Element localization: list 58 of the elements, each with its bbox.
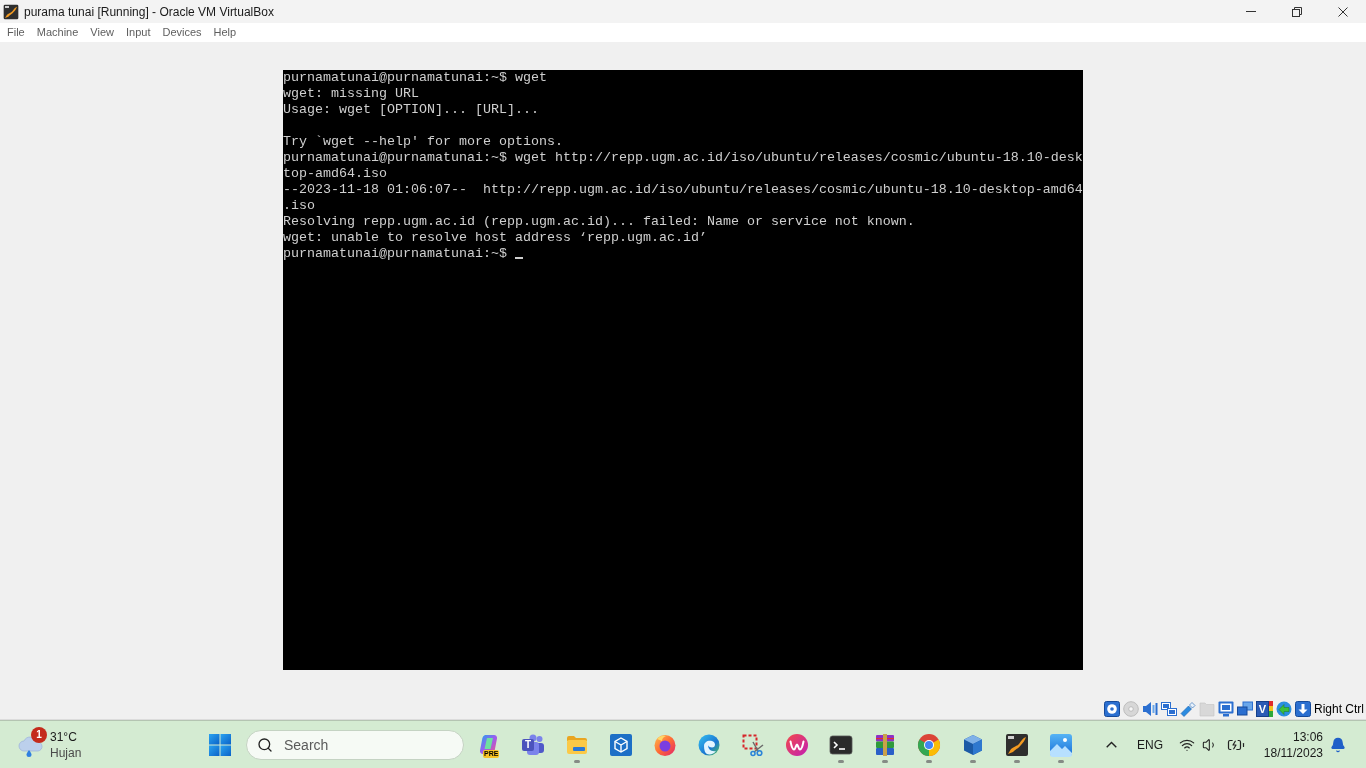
terminal-line: .iso xyxy=(283,198,315,214)
books-stack-icon xyxy=(873,732,897,757)
terminal-line: purnamatunai@purnamatunai:~$ xyxy=(283,246,507,262)
notification-count: 1 xyxy=(31,726,47,743)
terminal-line: top-amd64.iso xyxy=(283,166,387,182)
recording-button[interactable]: V xyxy=(1256,700,1269,717)
landscape-icon xyxy=(1049,732,1073,757)
terminal-line: Resolving repp.ugm.ac.id (repp.ugm.ac.id)... failed: Name or service not known. xyxy=(283,214,915,230)
restore-icon xyxy=(1292,6,1302,17)
menu-item[interactable]: Input xyxy=(119,23,157,42)
tricolor-circle-icon xyxy=(917,732,941,757)
window-title: purama tunai [Running] - Oracle VM VirtualBox xyxy=(24,3,274,21)
taskbar-app-button[interactable]: T xyxy=(513,726,553,763)
machine-tile-icon xyxy=(1005,732,1029,757)
menu-item[interactable]: Machine xyxy=(30,23,85,42)
chevron-up-icon xyxy=(1105,741,1117,748)
four-squares-icon xyxy=(208,732,232,757)
menu-item[interactable]: Devices xyxy=(156,23,208,42)
terminal-line: Try `wget --help' for more options. xyxy=(283,134,563,150)
menu-item[interactable]: Help xyxy=(207,23,243,42)
terminal-line: purnamatunai@purnamatunai:~$ wget xyxy=(283,70,547,86)
terminal-line: purnamatunai@purnamatunai:~$ wget http://repp.ugm.ac.id/iso/ubuntu/releases/cosmic/ubuntu-18.10-desk xyxy=(283,150,1083,166)
host-key-text: Right Ctrl xyxy=(1314,700,1364,718)
cube-icon xyxy=(961,732,985,757)
search-field[interactable]: Search xyxy=(246,729,464,760)
screens-icon[interactable] xyxy=(1237,700,1253,717)
weather-condition-text: Hujan xyxy=(50,744,82,761)
app-logo-icon xyxy=(3,3,19,20)
people-logo-icon xyxy=(521,732,545,757)
language-indicator[interactable]: ENG xyxy=(1127,735,1173,754)
menu-item[interactable]: View xyxy=(84,23,120,42)
level-meter-icon xyxy=(1269,700,1273,717)
globe-arrow-icon[interactable] xyxy=(1276,700,1292,717)
temperature-text: 31°C xyxy=(50,728,78,745)
bell-icon[interactable] xyxy=(1330,736,1346,753)
scissors-icon xyxy=(741,732,765,757)
menu-item[interactable]: File xyxy=(1,23,31,42)
search-icon xyxy=(257,736,273,753)
monitor-icon[interactable] xyxy=(1218,700,1234,717)
clock-time[interactable]: 13:06 xyxy=(1292,728,1323,745)
minimize-icon xyxy=(1246,11,1256,12)
flame-globe-icon xyxy=(653,732,677,757)
clock-date[interactable]: 18/11/2023 xyxy=(1263,744,1323,761)
terminal-line: wget: missing URL xyxy=(283,86,419,102)
terminal-icon xyxy=(829,732,853,757)
usb-stick-icon[interactable] xyxy=(1180,700,1196,717)
terminal-line: --2023-11-18 01:06:07-- http://repp.ugm.ac.id/iso/ubuntu/releases/cosmic/ubuntu-18.10-desktop-amd64 xyxy=(283,182,1083,198)
speaker-icon[interactable] xyxy=(1142,700,1158,717)
close-icon xyxy=(1338,6,1348,17)
down-arrow-icon[interactable] xyxy=(1295,700,1311,717)
wave-circle-icon xyxy=(697,732,721,757)
terminal-line: Usage: wget [OPTION]... [URL]... xyxy=(283,102,539,118)
wave-mark-icon xyxy=(785,732,809,757)
hard-disk-icon[interactable] xyxy=(1104,700,1120,717)
network-icon[interactable] xyxy=(1161,700,1177,717)
cube-tile-icon xyxy=(609,732,633,757)
terminal-line: wget: unable to resolve host address ‘repp.ugm.ac.id’ xyxy=(283,230,707,246)
cursor-icon xyxy=(514,257,523,259)
